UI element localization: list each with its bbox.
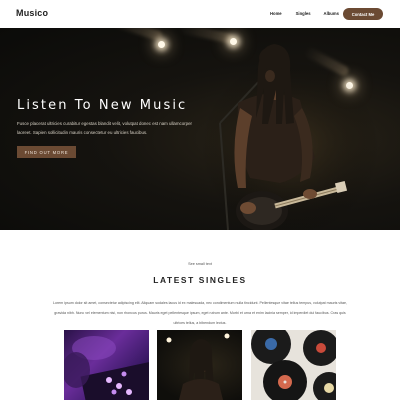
nav-home[interactable]: Home [270, 11, 282, 16]
contact-button[interactable]: Contact Me [343, 8, 383, 20]
section-text: Lorem ipsum dolor sit amet, consectetur … [52, 301, 348, 325]
hero-text: Fusce placerat ultricies curabitur egest… [17, 121, 192, 135]
section-subtitle: See small text [188, 262, 212, 266]
hero-section: Listen To New Music Fusce placerat ultri… [0, 28, 400, 230]
find-out-more-button[interactable]: FIND OUT MORE [17, 146, 76, 158]
nav-albums[interactable]: Albums [324, 11, 339, 16]
singles-grid [64, 330, 336, 400]
vinyl-records-image [251, 330, 336, 400]
main-nav: Home Singles Albums [270, 11, 353, 16]
single-thumbnail-vinyl[interactable] [251, 330, 336, 400]
guitarist-image [166, 333, 230, 400]
dj-mixer-image [64, 336, 149, 400]
section-title: LATEST SINGLES [153, 275, 247, 285]
single-thumbnail-dj[interactable] [64, 330, 149, 400]
nav-singles[interactable]: Singles [296, 11, 311, 16]
single-thumbnail-guitarist[interactable] [157, 330, 242, 400]
hero-title: Listen To New Music [17, 98, 188, 113]
site-header: Musico Home Singles Albums Contact Me [0, 0, 400, 28]
site-logo[interactable]: Musico [16, 8, 48, 18]
